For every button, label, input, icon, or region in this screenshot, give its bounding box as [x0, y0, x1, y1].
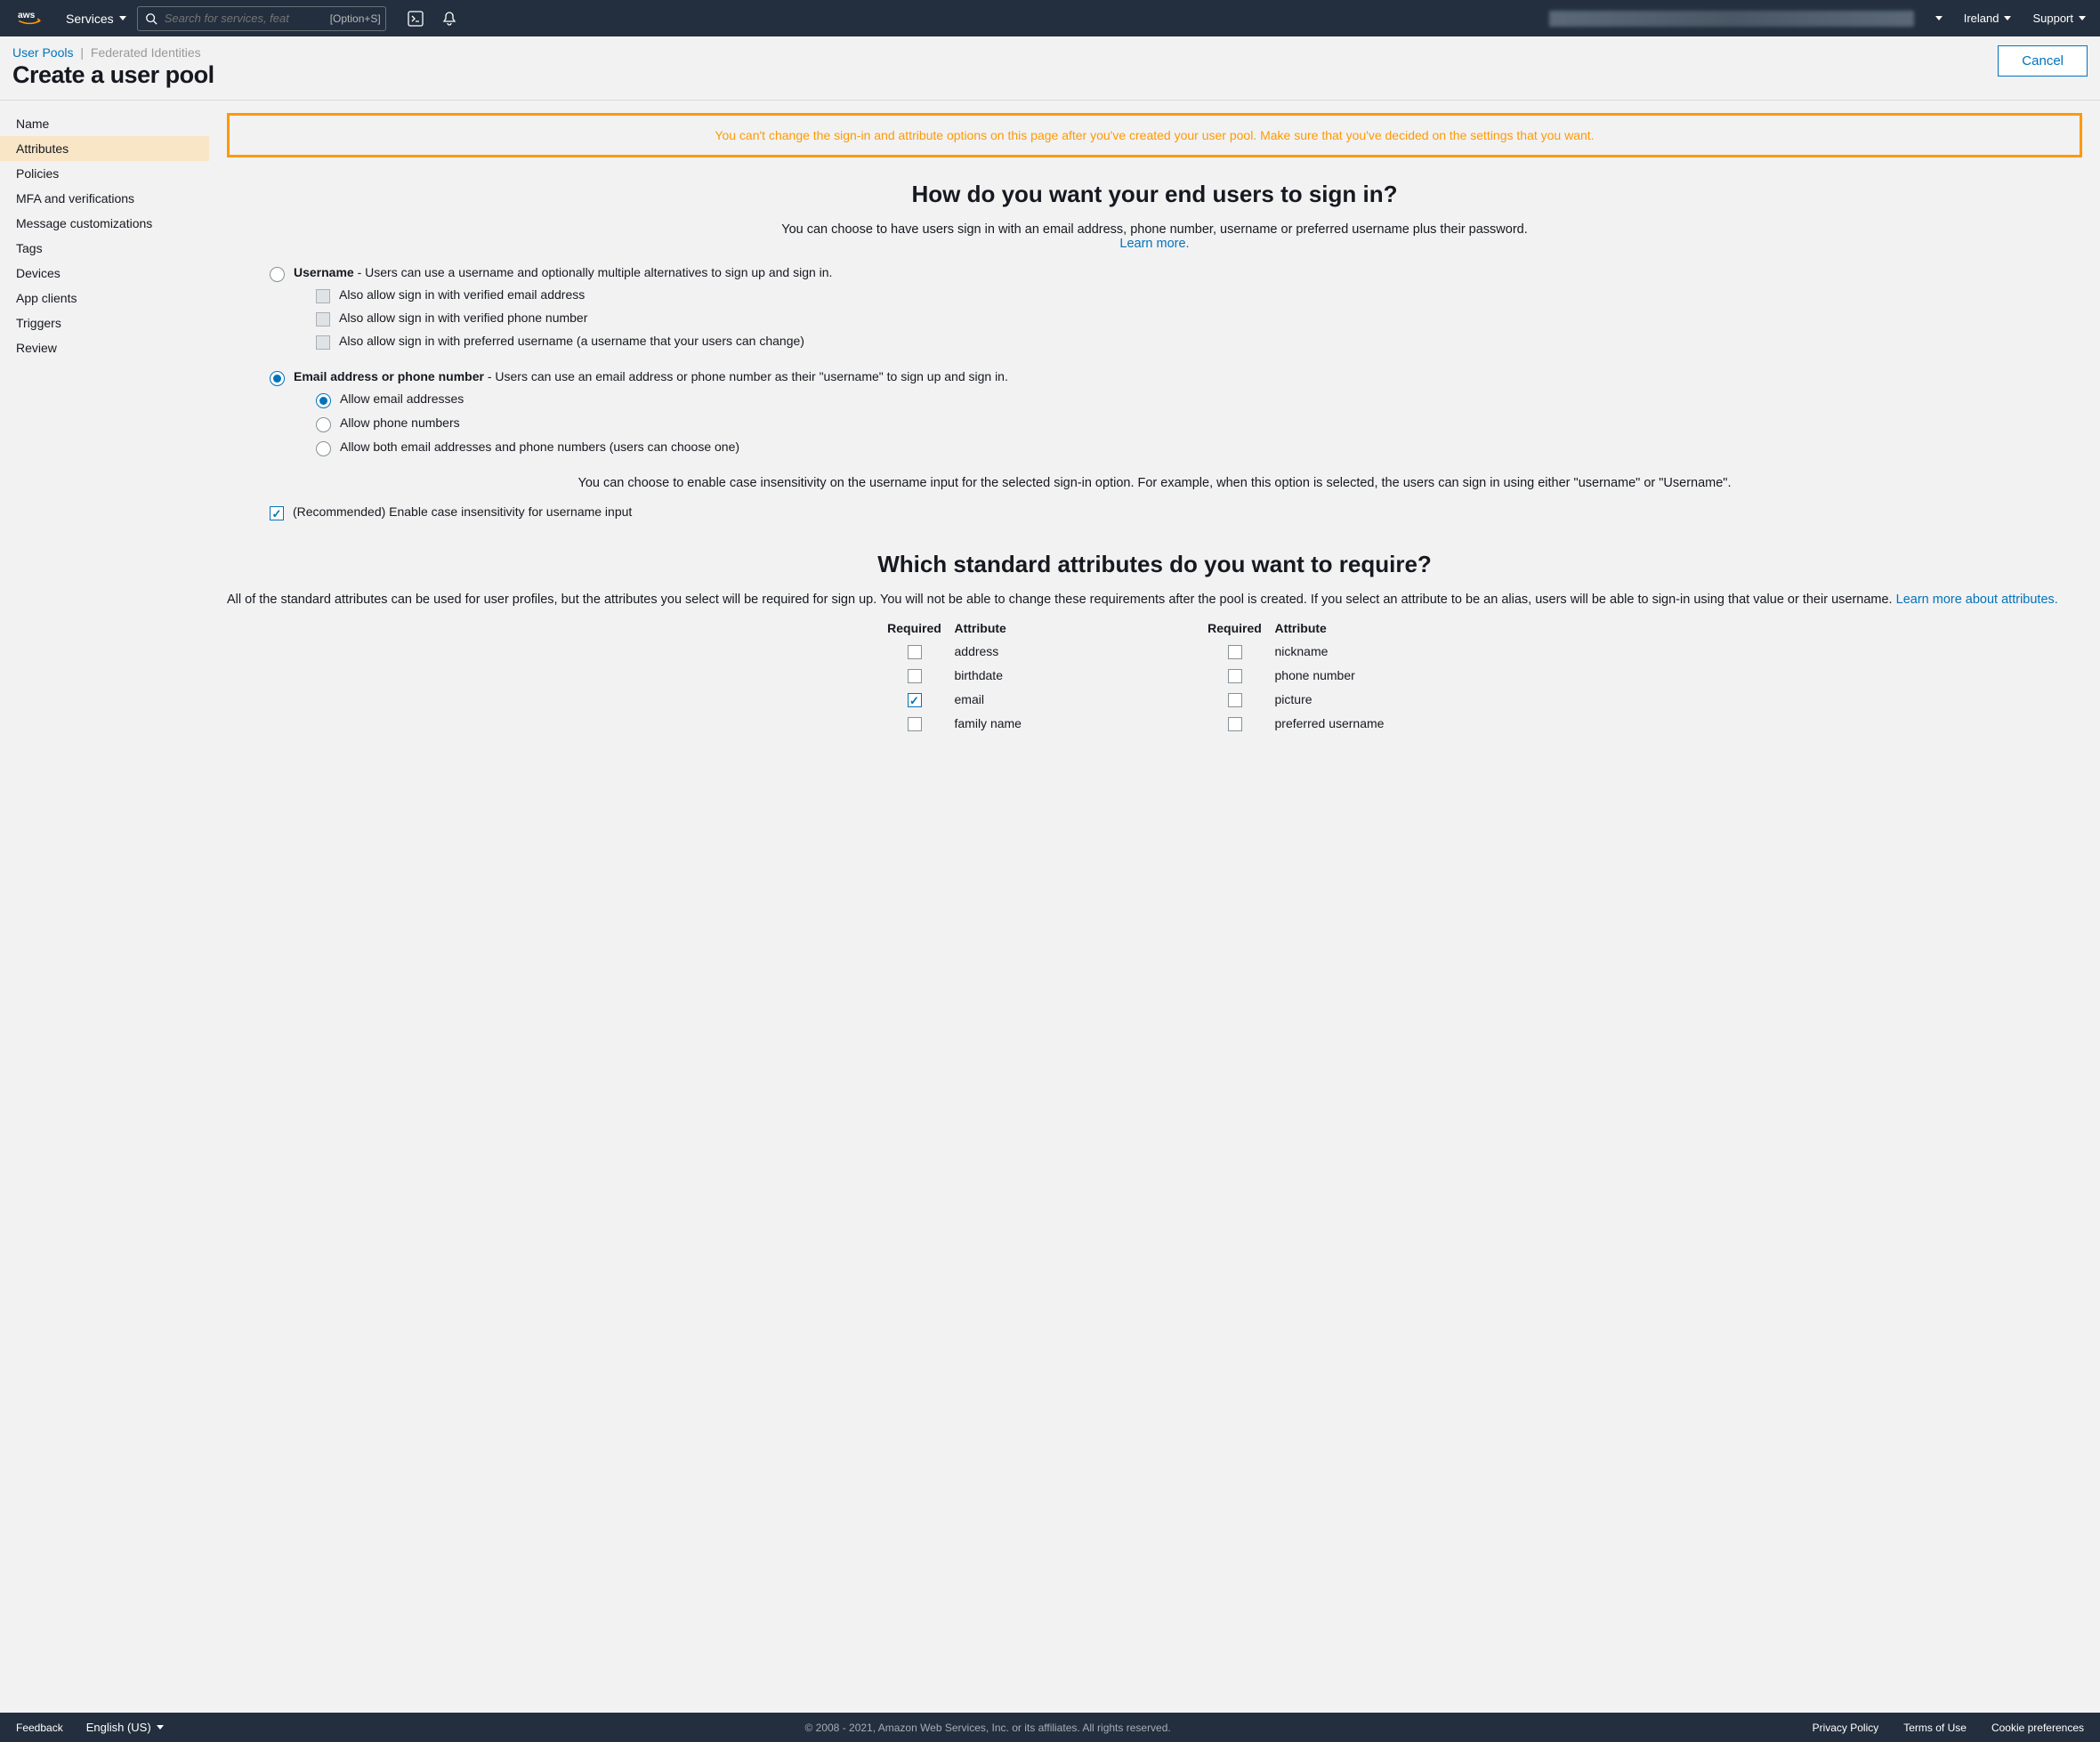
sidebar-item-message-customizations[interactable]: Message customizations [0, 211, 209, 236]
sidebar-item-policies[interactable]: Policies [0, 161, 209, 186]
attr-label: email [955, 692, 1115, 706]
search-icon [145, 12, 158, 25]
attr-label: nickname [1275, 644, 1435, 658]
services-label: Services [66, 12, 114, 26]
radio-email-sub[interactable] [316, 393, 331, 408]
chevron-down-icon [1935, 16, 1942, 20]
breadcrumb: User Pools | Federated Identities [12, 45, 214, 60]
checkbox-case-insensitive[interactable] [270, 506, 284, 520]
footer: Feedback English (US) © 2008 - 2021, Ama… [0, 1713, 2100, 1742]
radio-email-sub[interactable] [316, 417, 331, 432]
checkbox-attr-phone-number[interactable] [1228, 669, 1242, 683]
notifications-icon[interactable] [441, 11, 457, 27]
signin-heading: How do you want your end users to sign i… [227, 181, 2082, 208]
svg-text:aws: aws [18, 10, 36, 20]
attr-label: phone number [1275, 668, 1435, 682]
attr-label: preferred username [1275, 716, 1435, 730]
cookie-link[interactable]: Cookie preferences [1991, 1722, 2084, 1734]
signin-option-email[interactable]: Email address or phone number - Users ca… [270, 369, 2082, 386]
col-header-required: Required [1195, 621, 1275, 635]
wizard-sidebar: NameAttributesPoliciesMFA and verificati… [0, 101, 209, 1713]
email-sub-option[interactable]: Allow phone numbers [316, 415, 2082, 432]
cloudshell-icon[interactable] [408, 11, 424, 27]
breadcrumb-federated[interactable]: Federated Identities [91, 45, 201, 60]
sidebar-item-review[interactable]: Review [0, 335, 209, 360]
checkbox-disabled [316, 289, 330, 303]
checkbox-attr-email[interactable] [908, 693, 922, 707]
language-selector[interactable]: English (US) [86, 1721, 164, 1734]
attributes-learn-more-link[interactable]: Learn more about attributes. [1896, 593, 2058, 607]
chevron-down-icon [119, 16, 126, 20]
chevron-down-icon [157, 1725, 164, 1730]
col-header-required: Required [875, 621, 955, 635]
breadcrumb-user-pools[interactable]: User Pools [12, 45, 73, 60]
copyright: © 2008 - 2021, Amazon Web Services, Inc.… [164, 1722, 1813, 1734]
email-sub-option[interactable]: Allow both email addresses and phone num… [316, 440, 2082, 456]
signin-option-username[interactable]: Username - Users can use a username and … [270, 265, 2082, 282]
attributes-desc: All of the standard attributes can be us… [227, 593, 2082, 607]
attr-label: address [955, 644, 1115, 658]
sidebar-item-attributes[interactable]: Attributes [0, 136, 209, 161]
global-search[interactable]: [Option+S] [137, 6, 386, 31]
checkbox-attr-picture[interactable] [1228, 693, 1242, 707]
username-sub-option: Also allow sign in with verified email a… [316, 287, 2082, 303]
sidebar-item-devices[interactable]: Devices [0, 261, 209, 286]
attr-label: family name [955, 716, 1115, 730]
radio-email-sub[interactable] [316, 441, 331, 456]
privacy-link[interactable]: Privacy Policy [1813, 1722, 1879, 1734]
cancel-button[interactable]: Cancel [1998, 45, 2088, 77]
terms-link[interactable]: Terms of Use [1903, 1722, 1967, 1734]
email-sub-option[interactable]: Allow email addresses [316, 391, 2082, 408]
chevron-down-icon [2079, 16, 2086, 20]
case-insensitive-option[interactable]: (Recommended) Enable case insensitivity … [270, 504, 2082, 520]
signin-learn-more-link[interactable]: Learn more. [1119, 237, 1189, 251]
username-sub-option: Also allow sign in with verified phone n… [316, 310, 2082, 327]
checkbox-attr-family-name[interactable] [908, 717, 922, 731]
search-shortcut: [Option+S] [330, 12, 381, 25]
checkbox-disabled [316, 312, 330, 327]
services-menu[interactable]: Services [66, 12, 126, 26]
sidebar-item-triggers[interactable]: Triggers [0, 310, 209, 335]
account-info-redacted[interactable] [1549, 11, 1914, 27]
warning-banner: You can't change the sign-in and attribu… [227, 113, 2082, 157]
sidebar-item-app-clients[interactable]: App clients [0, 286, 209, 310]
sidebar-item-tags[interactable]: Tags [0, 236, 209, 261]
feedback-link[interactable]: Feedback [16, 1722, 63, 1734]
page-header: User Pools | Federated Identities Create… [0, 36, 2100, 101]
col-header-attribute: Attribute [1275, 621, 1435, 635]
checkbox-attr-address[interactable] [908, 645, 922, 659]
radio-email-phone[interactable] [270, 371, 285, 386]
content-area: You can't change the sign-in and attribu… [209, 101, 2100, 1713]
chevron-down-icon [2004, 16, 2011, 20]
checkbox-attr-birthdate[interactable] [908, 669, 922, 683]
col-header-attribute: Attribute [955, 621, 1115, 635]
username-sub-option: Also allow sign in with preferred userna… [316, 334, 2082, 350]
radio-username[interactable] [270, 267, 285, 282]
main-layout: NameAttributesPoliciesMFA and verificati… [0, 101, 2100, 1713]
support-menu[interactable]: Support [2032, 12, 2086, 25]
aws-logo[interactable]: aws [18, 9, 50, 28]
signin-desc: You can choose to have users sign in wit… [227, 222, 2082, 251]
attr-label: picture [1275, 692, 1435, 706]
checkbox-attr-nickname[interactable] [1228, 645, 1242, 659]
attributes-heading: Which standard attributes do you want to… [227, 551, 2082, 578]
checkbox-attr-preferred-username[interactable] [1228, 717, 1242, 731]
page-title: Create a user pool [12, 61, 214, 89]
search-input[interactable] [165, 12, 323, 25]
sidebar-item-name[interactable]: Name [0, 111, 209, 136]
sidebar-item-mfa-and-verifications[interactable]: MFA and verifications [0, 186, 209, 211]
top-nav: aws Services [Option+S] Ireland Support [0, 0, 2100, 36]
region-selector[interactable]: Ireland [1964, 12, 2012, 25]
case-desc: You can choose to enable case insensitiv… [227, 476, 2082, 490]
checkbox-disabled [316, 335, 330, 350]
attr-label: birthdate [955, 668, 1115, 682]
